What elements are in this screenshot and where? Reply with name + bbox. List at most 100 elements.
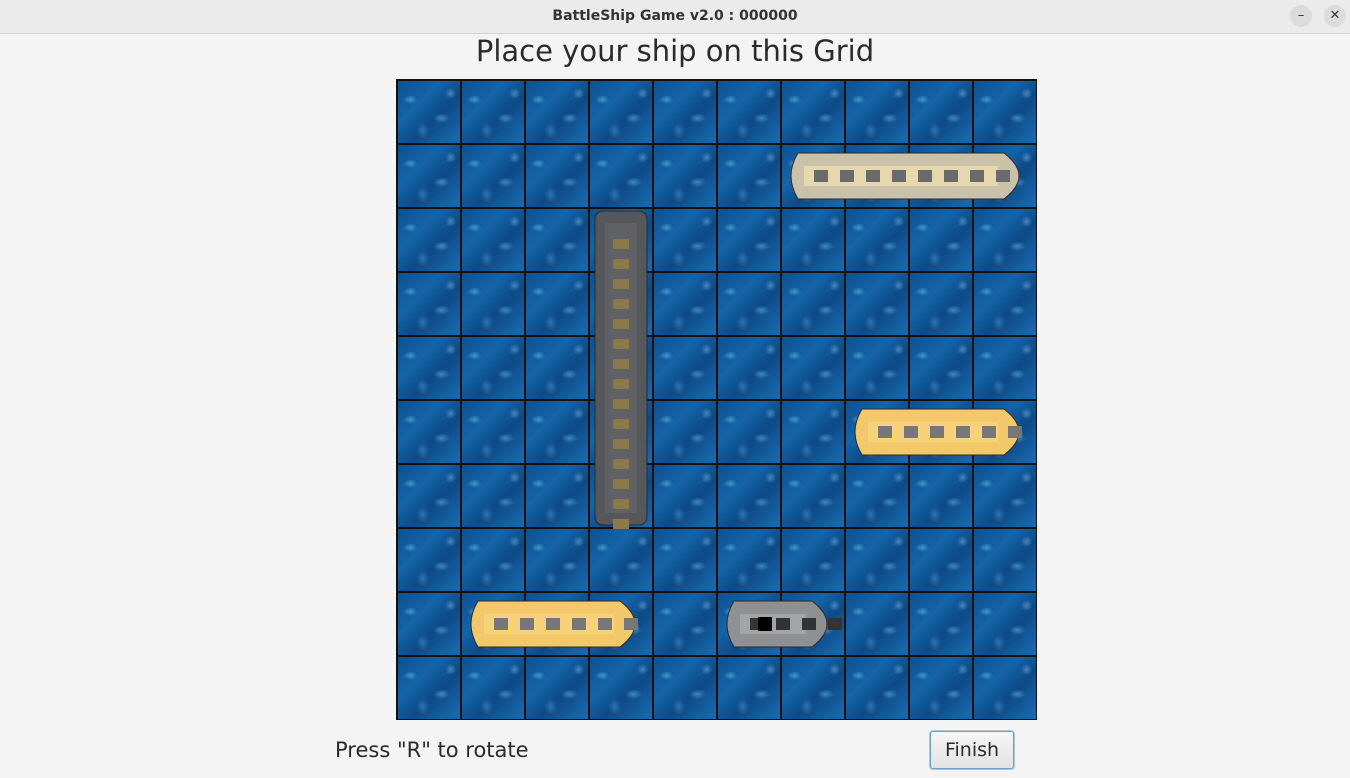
grid-cell[interactable]	[590, 209, 652, 271]
grid-cell[interactable]	[974, 593, 1036, 655]
grid-cell[interactable]	[974, 465, 1036, 527]
grid-cell[interactable]	[910, 337, 972, 399]
grid-cell[interactable]	[398, 465, 460, 527]
grid-cell[interactable]	[974, 273, 1036, 335]
grid-cell[interactable]	[654, 337, 716, 399]
grid-cell[interactable]	[462, 593, 524, 655]
grid-cell[interactable]	[910, 657, 972, 719]
grid-cell[interactable]	[462, 145, 524, 207]
grid-cell[interactable]	[846, 145, 908, 207]
grid-cell[interactable]	[654, 465, 716, 527]
grid-cell[interactable]	[974, 401, 1036, 463]
grid-cell[interactable]	[398, 401, 460, 463]
game-board[interactable]	[396, 79, 1037, 720]
grid-cell[interactable]	[590, 657, 652, 719]
grid-cell[interactable]	[782, 337, 844, 399]
grid-cell[interactable]	[526, 209, 588, 271]
grid-cell[interactable]	[526, 273, 588, 335]
grid-cell[interactable]	[910, 465, 972, 527]
grid-cell[interactable]	[974, 657, 1036, 719]
grid-cell[interactable]	[910, 81, 972, 143]
grid-cell[interactable]	[782, 401, 844, 463]
grid-cell[interactable]	[974, 145, 1036, 207]
grid-cell[interactable]	[910, 209, 972, 271]
grid-cell[interactable]	[718, 273, 780, 335]
grid-cell[interactable]	[526, 657, 588, 719]
grid-cell[interactable]	[398, 81, 460, 143]
grid-cell[interactable]	[718, 657, 780, 719]
grid-cell[interactable]	[526, 593, 588, 655]
grid-cell[interactable]	[462, 529, 524, 591]
grid-cell[interactable]	[718, 465, 780, 527]
grid-cell[interactable]	[846, 401, 908, 463]
grid-cell[interactable]	[846, 337, 908, 399]
grid-cell[interactable]	[398, 593, 460, 655]
grid-cell[interactable]	[590, 401, 652, 463]
grid-cell[interactable]	[718, 145, 780, 207]
close-button[interactable]: ✕	[1324, 5, 1346, 27]
grid-cell[interactable]	[782, 145, 844, 207]
grid-cell[interactable]	[974, 337, 1036, 399]
grid-cell[interactable]	[910, 529, 972, 591]
grid-cell[interactable]	[654, 273, 716, 335]
grid-cell[interactable]	[462, 401, 524, 463]
grid-cell[interactable]	[718, 81, 780, 143]
grid-cell[interactable]	[398, 273, 460, 335]
grid-cell[interactable]	[846, 209, 908, 271]
grid-cell[interactable]	[654, 593, 716, 655]
grid-cell[interactable]	[910, 145, 972, 207]
grid-cell[interactable]	[846, 465, 908, 527]
grid-cell[interactable]	[782, 593, 844, 655]
grid-cell[interactable]	[654, 657, 716, 719]
grid-cell[interactable]	[846, 529, 908, 591]
grid-cell[interactable]	[910, 273, 972, 335]
grid-cell[interactable]	[718, 593, 780, 655]
grid-cell[interactable]	[462, 273, 524, 335]
grid-cell[interactable]	[590, 529, 652, 591]
grid-cell[interactable]	[974, 81, 1036, 143]
grid-cell[interactable]	[846, 657, 908, 719]
grid-cell[interactable]	[846, 81, 908, 143]
grid-cell[interactable]	[718, 529, 780, 591]
grid-cell[interactable]	[846, 273, 908, 335]
finish-button[interactable]: Finish	[930, 731, 1014, 769]
grid-cell[interactable]	[526, 529, 588, 591]
grid-cell[interactable]	[782, 529, 844, 591]
grid-cell[interactable]	[654, 401, 716, 463]
grid-cell[interactable]	[782, 273, 844, 335]
grid-cell[interactable]	[398, 657, 460, 719]
grid-cell[interactable]	[910, 401, 972, 463]
grid-cell[interactable]	[654, 145, 716, 207]
grid-cell[interactable]	[974, 209, 1036, 271]
grid-cell[interactable]	[462, 209, 524, 271]
grid-cell[interactable]	[398, 337, 460, 399]
grid-cell[interactable]	[654, 81, 716, 143]
water-grid[interactable]	[396, 79, 1038, 721]
grid-cell[interactable]	[974, 529, 1036, 591]
grid-cell[interactable]	[718, 209, 780, 271]
grid-cell[interactable]	[526, 337, 588, 399]
minimize-button[interactable]: –	[1290, 5, 1312, 27]
grid-cell[interactable]	[590, 145, 652, 207]
grid-cell[interactable]	[590, 81, 652, 143]
grid-cell[interactable]	[846, 593, 908, 655]
grid-cell[interactable]	[462, 465, 524, 527]
grid-cell[interactable]	[398, 145, 460, 207]
grid-cell[interactable]	[718, 401, 780, 463]
grid-cell[interactable]	[782, 209, 844, 271]
grid-cell[interactable]	[782, 657, 844, 719]
grid-cell[interactable]	[590, 273, 652, 335]
grid-cell[interactable]	[462, 657, 524, 719]
grid-cell[interactable]	[398, 209, 460, 271]
grid-cell[interactable]	[398, 529, 460, 591]
grid-cell[interactable]	[526, 145, 588, 207]
grid-cell[interactable]	[718, 337, 780, 399]
grid-cell[interactable]	[654, 529, 716, 591]
grid-cell[interactable]	[782, 81, 844, 143]
grid-cell[interactable]	[590, 593, 652, 655]
grid-cell[interactable]	[526, 401, 588, 463]
grid-cell[interactable]	[782, 465, 844, 527]
grid-cell[interactable]	[462, 337, 524, 399]
grid-cell[interactable]	[910, 593, 972, 655]
grid-cell[interactable]	[462, 81, 524, 143]
